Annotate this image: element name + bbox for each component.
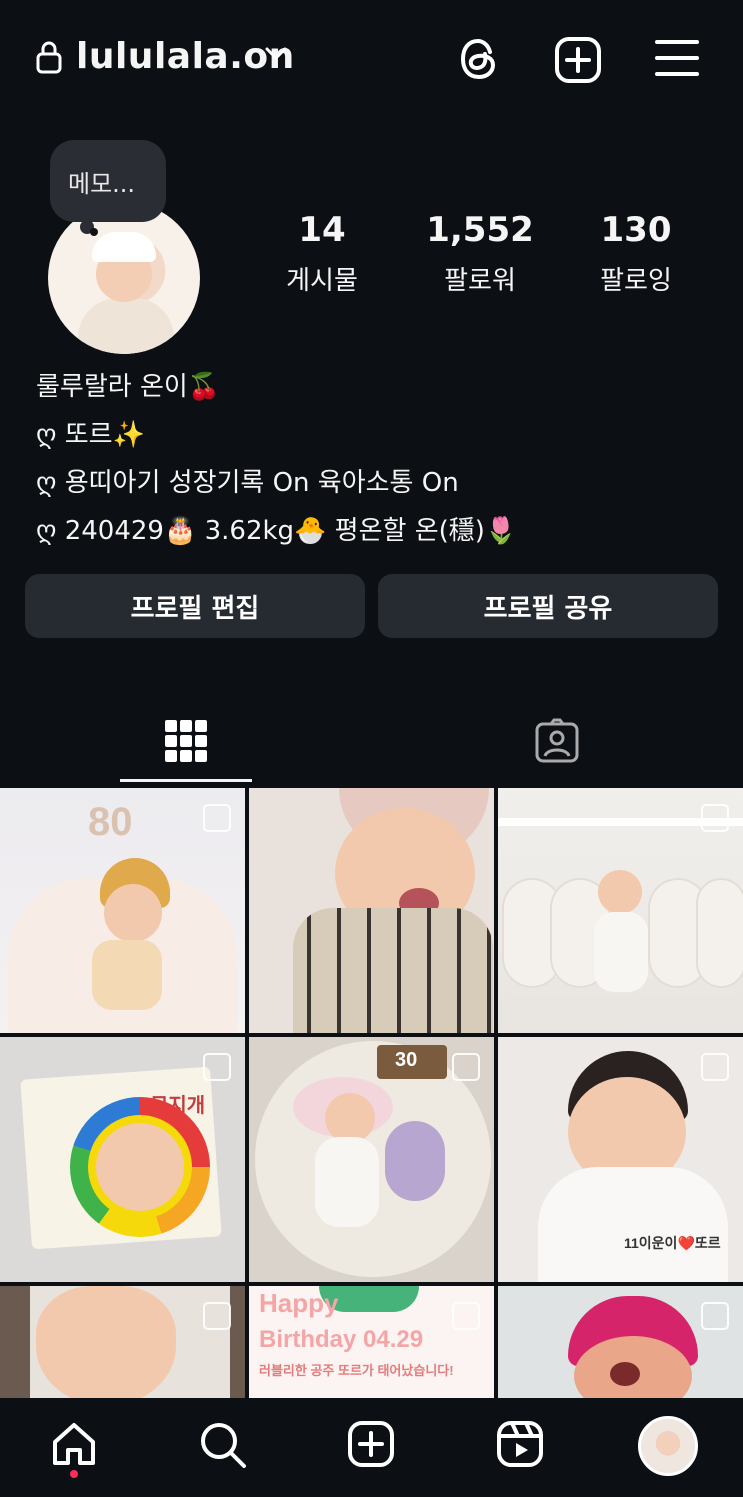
note-bubble[interactable]: 메모... [50, 140, 166, 222]
post-thumbnail[interactable] [0, 1286, 245, 1398]
active-tab-indicator [120, 779, 252, 782]
post-thumbnail[interactable]: Happy Birthday 04.29 러블리한 공주 또르가 태어났습니다! [249, 1286, 494, 1398]
share-profile-button[interactable]: 프로필 공유 [378, 574, 718, 638]
bio-line: ღ 또르✨ [36, 420, 145, 450]
post-thumbnail[interactable]: 무지개 [0, 1037, 245, 1282]
menu-icon[interactable] [655, 36, 699, 84]
avatar-photo-body [78, 298, 174, 354]
post-face-shape [598, 870, 642, 914]
multi-photo-icon [701, 804, 729, 832]
lock-icon [36, 40, 62, 78]
post-title-line3: 러블리한 공주 또르가 태어났습니다! [259, 1363, 454, 1378]
post-thumbnail[interactable]: 11이운이❤️또르 [498, 1037, 743, 1282]
post-outfit-shape [594, 912, 648, 992]
stat-followers-label: 팔로워 [444, 266, 516, 296]
create-post-icon[interactable] [347, 1420, 395, 1472]
avatar-photo-hat [92, 232, 156, 262]
stat-posts[interactable]: 14 게시물 [252, 210, 392, 297]
bio-line: ღ 240429🎂 3.62kg🐣 평온할 온(穩)🌷 [36, 516, 518, 546]
multi-photo-icon [203, 1302, 231, 1330]
post-outfit-shape [293, 908, 493, 1033]
post-thumbnail[interactable]: 30 [249, 1037, 494, 1282]
post-face-shape [325, 1093, 375, 1143]
post-outfit-shape [315, 1137, 379, 1227]
stat-following-label: 팔로잉 [600, 266, 672, 296]
profile-header: lululala.on [0, 0, 743, 120]
post-title-line1: Happy [259, 1288, 339, 1318]
tagged-person-icon [534, 718, 580, 768]
multi-photo-icon [701, 1053, 729, 1081]
post-number-text: 80 [88, 800, 133, 844]
notification-dot [70, 1470, 78, 1478]
stat-following[interactable]: 130 팔로잉 [566, 210, 706, 297]
stat-followers[interactable]: 1,552 팔로워 [410, 210, 550, 297]
multi-photo-icon [701, 1302, 729, 1330]
post-bear-shape [696, 878, 743, 988]
post-title-line2: Birthday 04.29 [259, 1326, 424, 1353]
stat-following-count: 130 [600, 210, 672, 250]
note-text: 메모... [68, 170, 136, 198]
multi-photo-icon [452, 1053, 480, 1081]
stat-posts-label: 게시물 [286, 266, 358, 296]
bio-line: ღ 용띠아기 성장기록 On 육아소통 On [36, 468, 459, 498]
tab-tagged[interactable] [433, 700, 681, 786]
post-face-shape [36, 1286, 176, 1398]
add-post-icon[interactable] [554, 36, 602, 88]
bottom-navigation [0, 1398, 743, 1497]
post-thumbnail[interactable] [498, 1286, 743, 1398]
multi-photo-icon [203, 804, 231, 832]
home-icon[interactable] [50, 1420, 98, 1472]
chevron-down-icon[interactable] [264, 46, 288, 66]
profile-avatar[interactable] [48, 202, 200, 354]
post-face-shape [96, 1123, 184, 1211]
post-swaddle-shape [538, 1167, 728, 1282]
grid-icon [165, 720, 207, 766]
post-thumbnail[interactable] [498, 788, 743, 1033]
profile-avatar-nav[interactable] [638, 1416, 698, 1476]
post-thumbnail[interactable] [249, 788, 494, 1033]
bio-name: 룰루랄라 온이🍒 [36, 372, 221, 402]
post-mouth-shape [610, 1362, 640, 1386]
post-thumbnail[interactable]: 80 [0, 788, 245, 1033]
search-icon[interactable] [198, 1420, 248, 1474]
posts-grid: 80 무지개 30 11이운이❤️또르 Happy Birthday 04.29… [0, 788, 743, 1398]
post-plush-shape [385, 1121, 445, 1201]
multi-photo-icon [452, 1302, 480, 1330]
post-sign-text: 30 [395, 1049, 418, 1071]
multi-photo-icon [203, 1053, 231, 1081]
reels-icon[interactable] [496, 1420, 544, 1472]
post-face-shape [104, 884, 162, 942]
threads-icon[interactable] [456, 36, 502, 86]
post-caption: 11이운이❤️또르 [624, 1235, 721, 1251]
edit-profile-button[interactable]: 프로필 편집 [25, 574, 365, 638]
stat-followers-count: 1,552 [426, 210, 534, 250]
username[interactable]: lululala.on [76, 36, 295, 77]
stat-posts-count: 14 [298, 210, 346, 250]
note-tail-dot [90, 228, 98, 236]
post-outfit-shape [92, 940, 162, 1010]
tab-posts-grid[interactable] [62, 700, 310, 786]
